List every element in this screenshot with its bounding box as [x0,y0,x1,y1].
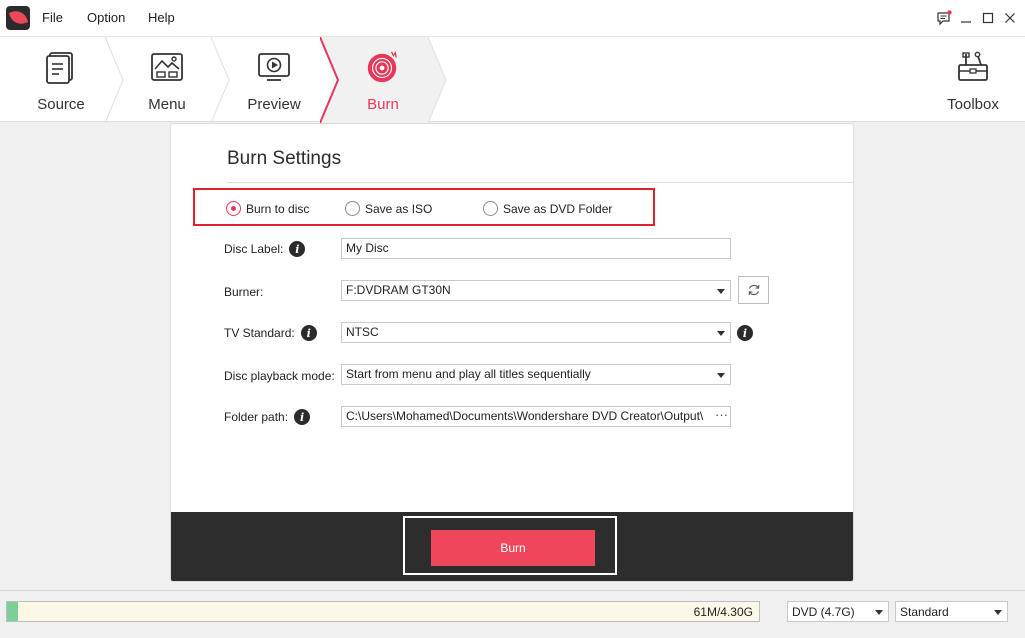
tv-standard-select[interactable]: NTSC [341,322,731,343]
divider [227,182,853,183]
chevron-down-icon [717,373,725,378]
burn-to-disc-label: Burn to disc [246,201,310,216]
disc-capacity-bar: 61M/4.30G [6,601,760,622]
disc-label-label: Disc Label: [224,242,284,256]
playback-mode-value: Start from menu and play all titles sequ… [346,367,591,381]
burner-label: Burner: [224,285,263,299]
capacity-text: 61M/4.30G [693,605,753,619]
chevron-down-icon [717,331,725,336]
tv-standard-row-label: TV Standard: i [224,325,317,341]
disc-type-value: DVD (4.7G) [792,605,855,619]
radio-indicator [483,201,498,216]
app-logo-icon [6,6,30,30]
maximize-button[interactable] [978,8,998,28]
save-as-iso-radio[interactable]: Save as ISO [345,201,432,216]
step-source-label: Source [37,96,85,113]
minimize-button[interactable] [956,8,976,28]
step-source[interactable]: Source [14,37,108,122]
close-button[interactable] [1000,8,1020,28]
preview-monitor-icon [256,50,292,84]
burner-value: F:DVDRAM GT30N [346,283,451,297]
step-toolbox[interactable]: Toolbox [934,37,1012,122]
burner-label-text: Burner: [224,285,264,299]
info-icon[interactable]: i [300,325,317,341]
tv-standard-info-icon[interactable]: i [737,325,753,341]
info-icon[interactable]: i [289,241,306,257]
tv-standard-label: TV Standard: [224,326,295,340]
folder-path-label: Folder path: [224,410,289,424]
output-mode-group: Burn to disc Save as ISO Save as DVD Fol… [193,188,655,226]
page-title: Burn Settings [227,148,342,169]
folder-path-input[interactable]: C:\Users\Mohamed\Documents\Wondershare D… [341,406,731,427]
playback-mode-select[interactable]: Start from menu and play all titles sequ… [341,364,731,385]
step-preview-label: Preview [247,96,301,113]
chevron-down-icon [875,610,883,615]
playback-mode-row-label: Disc playback mode: [224,369,335,383]
burn-disc-icon [365,50,401,84]
disc-label-input[interactable]: My Disc [341,238,731,259]
chevron-down-icon [994,610,1002,615]
step-menu[interactable]: Menu [120,37,214,122]
disc-label-row-label: Disc Label: i [224,241,306,257]
radio-indicator [226,201,241,216]
browse-folder-button[interactable]: ··· [712,407,728,422]
toolbox-icon [955,50,991,84]
status-bar: 61M/4.30G DVD (4.7G) Standard [0,590,1025,638]
menu-file[interactable]: File [42,10,63,25]
capacity-fill [7,602,18,621]
refresh-icon [748,284,759,296]
feedback-icon[interactable] [934,8,954,28]
disc-type-select[interactable]: DVD (4.7G) [787,601,889,622]
source-document-icon [43,50,79,84]
step-burn[interactable]: Burn [336,37,430,122]
step-menu-label: Menu [148,96,186,113]
save-as-iso-label: Save as ISO [365,201,433,216]
burner-select[interactable]: F:DVDRAM GT30N [341,280,731,301]
burn-to-disc-radio[interactable]: Burn to disc [226,201,309,216]
menu-option[interactable]: Option [87,10,125,25]
save-as-dvd-folder-radio[interactable]: Save as DVD Folder [483,201,612,216]
quality-value: Standard [900,605,949,619]
chevron-down-icon [717,289,725,294]
burn-settings-panel: Burn Settings Burn to disc Save as ISO S… [170,123,854,582]
tv-standard-value: NTSC [346,325,379,339]
step-navigation: Source Menu Preview Burn Toolbox [0,36,1025,123]
step-preview[interactable]: Preview [226,37,322,122]
step-burn-label: Burn [367,96,399,113]
playback-mode-label: Disc playback mode: [224,369,335,383]
refresh-burner-button[interactable] [738,276,769,304]
save-as-dvd-folder-label: Save as DVD Folder [503,201,613,216]
menu-image-icon [149,50,185,84]
info-icon[interactable]: i [294,409,311,425]
folder-path-value: C:\Users\Mohamed\Documents\Wondershare D… [346,409,704,423]
burn-footer: Burn [171,512,853,581]
step-toolbox-label: Toolbox [947,96,999,113]
menu-help[interactable]: Help [148,10,175,25]
folder-path-row-label: Folder path: i [224,409,311,425]
radio-indicator [345,201,360,216]
quality-select[interactable]: Standard [895,601,1008,622]
title-bar: File Option Help [0,0,1025,36]
burn-button[interactable]: Burn [431,530,595,566]
